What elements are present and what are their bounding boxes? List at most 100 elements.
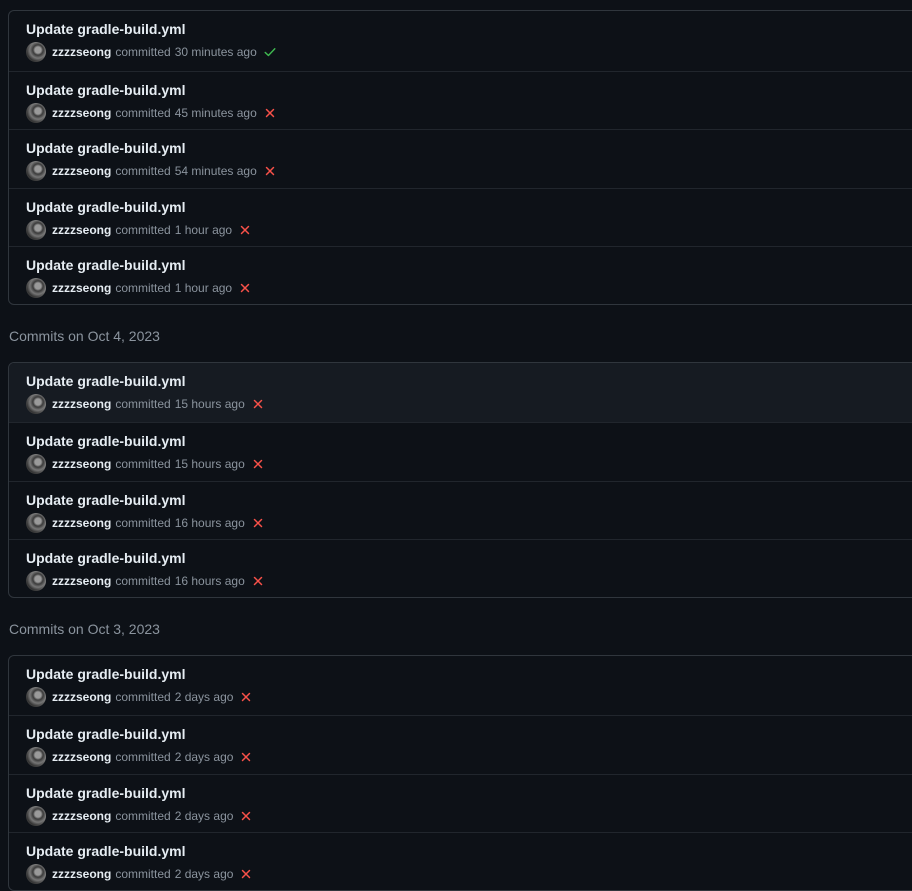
commit-meta: zzzzseong committed 1 hour ago: [26, 220, 252, 240]
author-link[interactable]: zzzzseong: [52, 280, 111, 296]
commit-time: 54 minutes ago: [174, 164, 257, 178]
avatar[interactable]: [26, 220, 46, 240]
commit-time: 1 hour ago: [174, 223, 233, 237]
x-icon[interactable]: [239, 809, 253, 823]
avatar[interactable]: [26, 687, 46, 707]
commit-title-link[interactable]: Update gradle-build.yml: [26, 842, 185, 860]
commit-row: Update gradle-build.yml zzzzseong committe…: [9, 363, 912, 422]
author-link[interactable]: zzzzseong: [52, 749, 111, 765]
author-link[interactable]: zzzzseong: [52, 44, 111, 60]
author-link[interactable]: zzzzseong: [52, 222, 111, 238]
x-icon[interactable]: [251, 457, 265, 471]
committed-label: committed: [115, 574, 171, 588]
committed-label: committed: [115, 809, 171, 823]
avatar[interactable]: [26, 513, 46, 533]
committed-label: committed: [115, 106, 171, 120]
x-icon[interactable]: [251, 574, 265, 588]
author-link[interactable]: zzzzseong: [52, 866, 111, 882]
commit-time: 15 hours ago: [174, 457, 245, 471]
avatar[interactable]: [26, 278, 46, 298]
commit-meta: zzzzseong committed 45 minutes ago: [26, 103, 277, 123]
author-link[interactable]: zzzzseong: [52, 396, 111, 412]
committed-label: committed: [115, 867, 171, 881]
author-link[interactable]: zzzzseong: [52, 515, 111, 531]
commit-time: 15 hours ago: [174, 397, 245, 411]
author-link[interactable]: zzzzseong: [52, 689, 111, 705]
commit-title-link[interactable]: Update gradle-build.yml: [26, 665, 185, 683]
commit-meta: zzzzseong committed 2 days ago: [26, 687, 253, 707]
commit-row: Update gradle-build.yml zzzzseong committe…: [9, 422, 912, 481]
commit-title-link[interactable]: Update gradle-build.yml: [26, 491, 185, 509]
avatar[interactable]: [26, 454, 46, 474]
avatar[interactable]: [26, 103, 46, 123]
commit-title-link[interactable]: Update gradle-build.yml: [26, 139, 185, 157]
commit-row: Update gradle-build.yml zzzzseong committe…: [9, 11, 912, 71]
avatar[interactable]: [26, 806, 46, 826]
commit-meta: zzzzseong committed 16 hours ago: [26, 571, 265, 591]
commit-meta: zzzzseong committed 2 days ago: [26, 747, 253, 767]
commit-row: Update gradle-build.yml zzzzseong committe…: [9, 188, 912, 246]
commit-title-link[interactable]: Update gradle-build.yml: [26, 784, 185, 802]
avatar[interactable]: [26, 42, 46, 62]
avatar[interactable]: [26, 864, 46, 884]
author-link[interactable]: zzzzseong: [52, 163, 111, 179]
commit-group-header: Commits on Oct 3, 2023: [9, 621, 160, 637]
commit-title-link[interactable]: Update gradle-build.yml: [26, 81, 185, 99]
author-link[interactable]: zzzzseong: [52, 456, 111, 472]
commit-title-link[interactable]: Update gradle-build.yml: [26, 549, 185, 567]
x-icon[interactable]: [239, 750, 253, 764]
x-icon[interactable]: [238, 281, 252, 295]
commit-meta: zzzzseong committed 15 hours ago: [26, 454, 265, 474]
committed-label: committed: [115, 223, 171, 237]
x-icon[interactable]: [263, 164, 277, 178]
author-link[interactable]: zzzzseong: [52, 808, 111, 824]
author-link[interactable]: zzzzseong: [52, 105, 111, 121]
commit-row: Update gradle-build.yml zzzzseong committe…: [9, 774, 912, 832]
commit-meta: zzzzseong committed 15 hours ago: [26, 394, 265, 414]
commit-time: 2 days ago: [174, 690, 234, 704]
commit-row: Update gradle-build.yml zzzzseong committe…: [9, 539, 912, 597]
commit-title-link[interactable]: Update gradle-build.yml: [26, 256, 185, 274]
x-icon[interactable]: [238, 223, 252, 237]
committed-label: committed: [115, 457, 171, 471]
commit-time: 1 hour ago: [174, 281, 233, 295]
commit-time: 2 days ago: [174, 809, 234, 823]
avatar[interactable]: [26, 394, 46, 414]
commit-meta: zzzzseong committed 1 hour ago: [26, 278, 252, 298]
commit-title-link[interactable]: Update gradle-build.yml: [26, 20, 185, 38]
commit-title-link[interactable]: Update gradle-build.yml: [26, 198, 185, 216]
commit-title-link[interactable]: Update gradle-build.yml: [26, 725, 185, 743]
committed-label: committed: [115, 750, 171, 764]
check-icon[interactable]: [263, 45, 277, 59]
commit-time: 45 minutes ago: [174, 106, 257, 120]
avatar[interactable]: [26, 747, 46, 767]
x-icon[interactable]: [263, 106, 277, 120]
commit-row: Update gradle-build.yml zzzzseong committe…: [9, 481, 912, 539]
avatar[interactable]: [26, 161, 46, 181]
committed-label: committed: [115, 516, 171, 530]
commit-title-link[interactable]: Update gradle-build.yml: [26, 432, 185, 450]
commit-meta: zzzzseong committed 2 days ago: [26, 864, 253, 884]
x-icon[interactable]: [239, 867, 253, 881]
commit-title-link[interactable]: Update gradle-build.yml: [26, 372, 185, 390]
x-icon[interactable]: [251, 516, 265, 530]
commit-list: Update gradle-build.yml zzzzseong committe…: [8, 362, 912, 598]
committed-label: committed: [115, 397, 171, 411]
commit-meta: zzzzseong committed 2 days ago: [26, 806, 253, 826]
commit-group-header: Commits on Oct 4, 2023: [9, 328, 160, 344]
commit-row: Update gradle-build.yml zzzzseong committe…: [9, 715, 912, 774]
committed-label: committed: [115, 164, 171, 178]
commit-time: 16 hours ago: [174, 516, 245, 530]
commit-list: Update gradle-build.yml zzzzseong committe…: [8, 10, 912, 305]
x-icon[interactable]: [251, 397, 265, 411]
commit-meta: zzzzseong committed 16 hours ago: [26, 513, 265, 533]
commit-list: Update gradle-build.yml zzzzseong committe…: [8, 655, 912, 891]
commit-row: Update gradle-build.yml zzzzseong committe…: [9, 832, 912, 890]
commit-history-page: Update gradle-build.yml zzzzseong committe…: [0, 0, 912, 891]
x-icon[interactable]: [239, 690, 253, 704]
commit-row: Update gradle-build.yml zzzzseong committe…: [9, 129, 912, 188]
commit-meta: zzzzseong committed 54 minutes ago: [26, 161, 277, 181]
author-link[interactable]: zzzzseong: [52, 573, 111, 589]
commit-time: 2 days ago: [174, 867, 234, 881]
avatar[interactable]: [26, 571, 46, 591]
